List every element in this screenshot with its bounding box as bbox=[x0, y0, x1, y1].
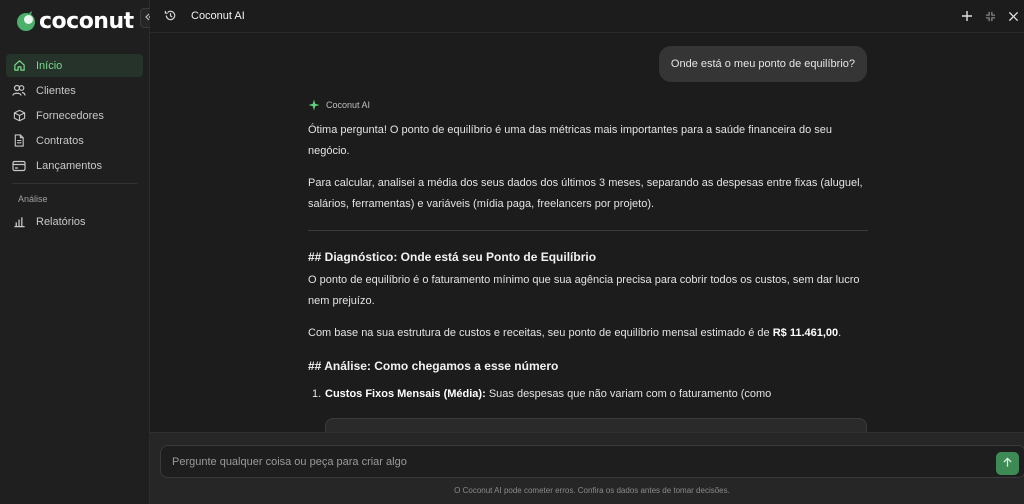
breakeven-suffix: . bbox=[838, 327, 842, 339]
list-item: 1. Custos Fixos Mensais (Média): Suas de… bbox=[308, 384, 868, 405]
breakeven-text: Com base na sua estrutura de custos e re… bbox=[308, 327, 773, 339]
sidebar-section-label: Análise bbox=[18, 194, 48, 204]
sidebar-item-label: Relatórios bbox=[36, 215, 86, 228]
sidebar-item-clientes[interactable]: Clientes bbox=[6, 79, 143, 102]
prompt-input[interactable] bbox=[172, 446, 972, 477]
ai-paragraph: Ótima pergunta! O ponto de equilíbrio é … bbox=[308, 124, 833, 157]
sidebar-item-relatorios[interactable]: Relatórios bbox=[6, 210, 143, 233]
list-body: Suas despesas que não variam com o fatur… bbox=[485, 388, 772, 400]
ai-paragraph-breakeven: Com base na sua estrutura de custos e re… bbox=[308, 323, 868, 344]
sidebar-item-label: Clientes bbox=[36, 84, 76, 97]
ai-name: Coconut AI bbox=[326, 100, 371, 110]
sidebar-item-label: Contratos bbox=[36, 134, 84, 147]
ai-message-header: Coconut AI bbox=[308, 98, 868, 112]
history-icon[interactable] bbox=[164, 9, 178, 23]
sidebar-nav: Início Clientes Fornecedores Contratos L… bbox=[0, 54, 149, 233]
close-icon[interactable] bbox=[1006, 8, 1020, 24]
bar-chart-icon bbox=[12, 215, 26, 229]
coconut-logo-icon bbox=[15, 10, 37, 32]
document-icon bbox=[12, 134, 26, 148]
sidebar-item-fornecedores[interactable]: Fornecedores bbox=[6, 104, 143, 127]
chat-thread[interactable]: Onde está o meu ponto de equilíbrio? Coc… bbox=[150, 34, 1024, 432]
user-message-bubble: Onde está o meu ponto de equilíbrio? bbox=[658, 46, 867, 82]
arrow-up-icon bbox=[1002, 455, 1013, 473]
divider bbox=[308, 230, 868, 231]
app-window: coconut Início Clientes Fornecedores Con… bbox=[0, 0, 1024, 504]
sidebar-divider bbox=[12, 183, 137, 184]
box-icon bbox=[12, 109, 26, 123]
sidebar-item-lancamentos[interactable]: Lançamentos bbox=[6, 154, 143, 177]
sidebar-item-label: Lançamentos bbox=[36, 159, 103, 172]
embedded-card bbox=[325, 418, 867, 432]
sparkle-icon bbox=[308, 99, 320, 111]
ai-heading: ## Análise: Como chegamos a esse número bbox=[308, 359, 559, 373]
new-chat-plus-icon[interactable] bbox=[960, 8, 974, 24]
ai-message: Coconut AI Ótima pergunta! O ponto de eq… bbox=[308, 98, 868, 405]
composer bbox=[160, 445, 1024, 478]
topbar-actions bbox=[960, 8, 1020, 24]
home-icon bbox=[12, 59, 26, 73]
sidebar-item-label: Início bbox=[36, 59, 63, 72]
sidebar: coconut Início Clientes Fornecedores Con… bbox=[0, 0, 158, 504]
topbar: Coconut AI bbox=[150, 0, 1024, 33]
disclaimer: O Coconut AI pode cometer erros. Confira… bbox=[454, 486, 730, 495]
list-bold: Custos Fixos Mensais (Média): bbox=[325, 388, 486, 400]
sidebar-item-label: Fornecedores bbox=[36, 109, 104, 122]
ai-paragraph: O ponto de equilíbrio é o faturamento mí… bbox=[308, 274, 860, 307]
send-button[interactable] bbox=[996, 452, 1019, 475]
brand[interactable]: coconut bbox=[0, 0, 149, 42]
card-icon bbox=[12, 159, 26, 173]
minimize-icon[interactable] bbox=[983, 8, 997, 24]
ai-heading: ## Diagnóstico: Onde está seu Ponto de E… bbox=[308, 250, 597, 264]
sidebar-item-contratos[interactable]: Contratos bbox=[6, 129, 143, 152]
users-icon bbox=[12, 84, 26, 98]
brand-name: coconut bbox=[39, 8, 134, 34]
breakeven-value: R$ 11.461,00 bbox=[772, 327, 839, 339]
main-panel: Coconut AI Onde está o meu ponto de equi… bbox=[150, 0, 1024, 504]
composer-area: O Coconut AI pode cometer erros. Confira… bbox=[150, 432, 1024, 504]
sidebar-item-inicio[interactable]: Início bbox=[6, 54, 143, 77]
ai-paragraph: Para calcular, analisei a média dos seus… bbox=[308, 177, 863, 210]
list-text: Custos Fixos Mensais (Média): Suas despe… bbox=[325, 384, 771, 405]
chat-title: Coconut AI bbox=[191, 10, 245, 22]
list-number: 1. bbox=[312, 388, 322, 400]
